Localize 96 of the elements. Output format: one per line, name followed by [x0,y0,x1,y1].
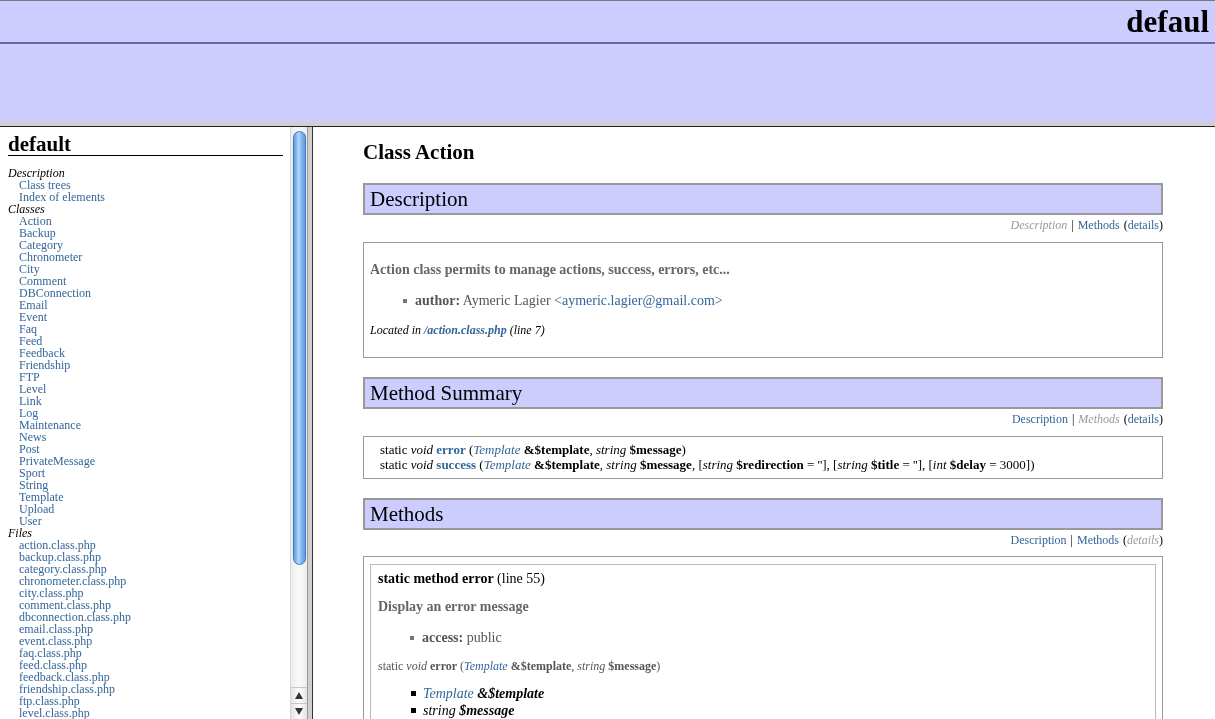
scrollbar-track[interactable] [290,127,307,719]
sidebar-link[interactable]: Link [19,395,42,407]
nav-separator: | [1071,218,1074,232]
scroll-down-button[interactable] [291,703,307,719]
sidebar-link[interactable]: Email [19,299,48,311]
sidebar-link[interactable]: Faq [19,323,37,335]
sidebar-heading: Description [8,167,65,179]
bullet-icon [403,299,407,303]
page-title: Class Action [363,141,475,164]
nav-link[interactable]: Methods [1077,218,1120,232]
class-link[interactable]: Template [464,659,508,673]
sidebar-heading: Classes [8,203,45,215]
author-text: author: Aymeric Lagier <aymeric.lagier@gmail.com> [415,293,723,309]
sidebar-link[interactable]: Index of elements [19,191,105,203]
sidebar-link[interactable]: city.class.php [19,587,84,599]
sidebar-link[interactable]: friendship.class.php [19,683,115,695]
sidebar-link[interactable]: faq.class.php [19,647,82,659]
sidebar-link[interactable]: Log [19,407,39,419]
nav-bracket: ( [1123,218,1128,232]
method-signature: static void error (Template &$template, string $message) [378,659,661,673]
nav-link[interactable]: Description [1011,412,1068,426]
sidebar-link[interactable]: backup.class.php [19,551,101,563]
sidebar-link[interactable]: City [19,263,40,275]
sidebar-heading: Files [8,527,32,539]
sidebar-link[interactable]: comment.class.php [19,599,111,611]
sidebar-link[interactable]: email.class.php [19,623,93,635]
nav-link[interactable]: details [1127,218,1159,232]
sidebar-link[interactable]: Class trees [19,179,71,191]
parameter-text: string $message [423,702,515,719]
nav-bracket: ( [1123,412,1128,426]
nav-bracket: ( [1123,533,1127,547]
sidebar-link[interactable]: Backup [19,227,56,239]
nav-link[interactable]: details [1127,412,1159,426]
sidebar-link[interactable]: PrivateMessage [19,455,95,467]
method-description: Display an error message [378,599,529,615]
sidebar-link[interactable]: chronometer.class.php [19,575,127,587]
nav-bracket: ) [1159,412,1163,426]
section-heading: Method Summary [363,377,1163,409]
nav-link[interactable]: Methods [1077,533,1119,547]
class-link[interactable]: Template [483,457,531,472]
sidebar-link[interactable]: category.class.php [19,563,107,575]
sidebar-link[interactable]: ftp.class.php [19,695,80,707]
nav-bracket: ) [1159,533,1163,547]
sidebar-link[interactable]: feedback.class.php [19,671,110,683]
sidebar-link[interactable]: feed.class.php [19,659,87,671]
sidebar-link[interactable]: Post [19,443,40,455]
sidebar-link[interactable]: event.class.php [19,635,93,647]
banner-title: defaul [1126,4,1209,39]
down-arrow-icon [295,708,303,715]
sidebar-link[interactable]: Category [19,239,63,251]
bullet-icon [410,636,414,640]
sidebar-link[interactable]: User [19,515,42,527]
sidebar-link[interactable]: Level [19,383,47,395]
method-link[interactable]: error [436,442,466,457]
sidebar-link[interactable]: Action [19,215,52,227]
method-signature: static void error (Template &$template, string $message) [380,442,686,457]
nav-bracket: ) [1159,218,1163,232]
bullet-icon [411,708,416,713]
file-link[interactable]: /action.class.php [424,323,507,337]
section-heading: Methods [363,498,1163,530]
class-link[interactable]: Template [473,442,521,457]
sidebar-link[interactable]: Friendship [19,359,71,371]
nav-link[interactable]: Description [1010,533,1067,547]
method-link[interactable]: success [436,457,477,472]
sidebar-link[interactable]: Upload [19,503,55,515]
scroll-up-button[interactable] [291,687,307,703]
location-text: Located in /action.class.php (line 7) [370,323,545,337]
sidebar-link[interactable]: Feedback [19,347,65,359]
scrollbar-thumb[interactable] [292,131,306,565]
section-heading: Description [363,183,1163,215]
nav-separator: | [1071,412,1075,426]
access-text: access: public [422,630,502,646]
bullet-icon [411,691,416,696]
sidebar-link[interactable]: News [19,431,47,443]
sidebar-link[interactable]: DBConnection [19,287,91,299]
sidebar-link[interactable]: FTP [19,371,40,383]
sidebar-link[interactable]: Sport [19,467,45,479]
sidebar-link[interactable]: Event [19,311,47,323]
description-text: Action class permits to manage actions, success, errors, etc... [370,262,730,278]
sidebar-link[interactable]: level.class.php [19,707,90,719]
sidebar-link[interactable]: Comment [19,275,67,287]
sidebar-link[interactable]: Maintenance [19,419,81,431]
sidebar-link[interactable]: dbconnection.class.php [19,611,131,623]
sidebar-link[interactable]: Template [19,491,64,503]
email-address-link[interactable]: aymeric.lagier@gmail.com [562,293,715,308]
sidebar-link[interactable]: Chronometer [19,251,83,263]
sidebar-title: default [8,133,283,156]
parameter-text: Template &$template [423,685,545,702]
sidebar-link[interactable]: action.class.php [19,539,96,551]
class-link[interactable]: Template [423,686,474,701]
up-arrow-icon [295,692,303,699]
method-signature: static void success (Template &$template, string $message, [string $redirection = ''], [string $title = ''], [int $delay = 3000]) [380,457,1035,472]
nav-separator: | [1070,533,1073,547]
sidebar-link[interactable]: Feed [19,335,43,347]
method-title: static method error (line 55) [378,571,545,587]
sidebar-link[interactable]: String [19,479,49,491]
